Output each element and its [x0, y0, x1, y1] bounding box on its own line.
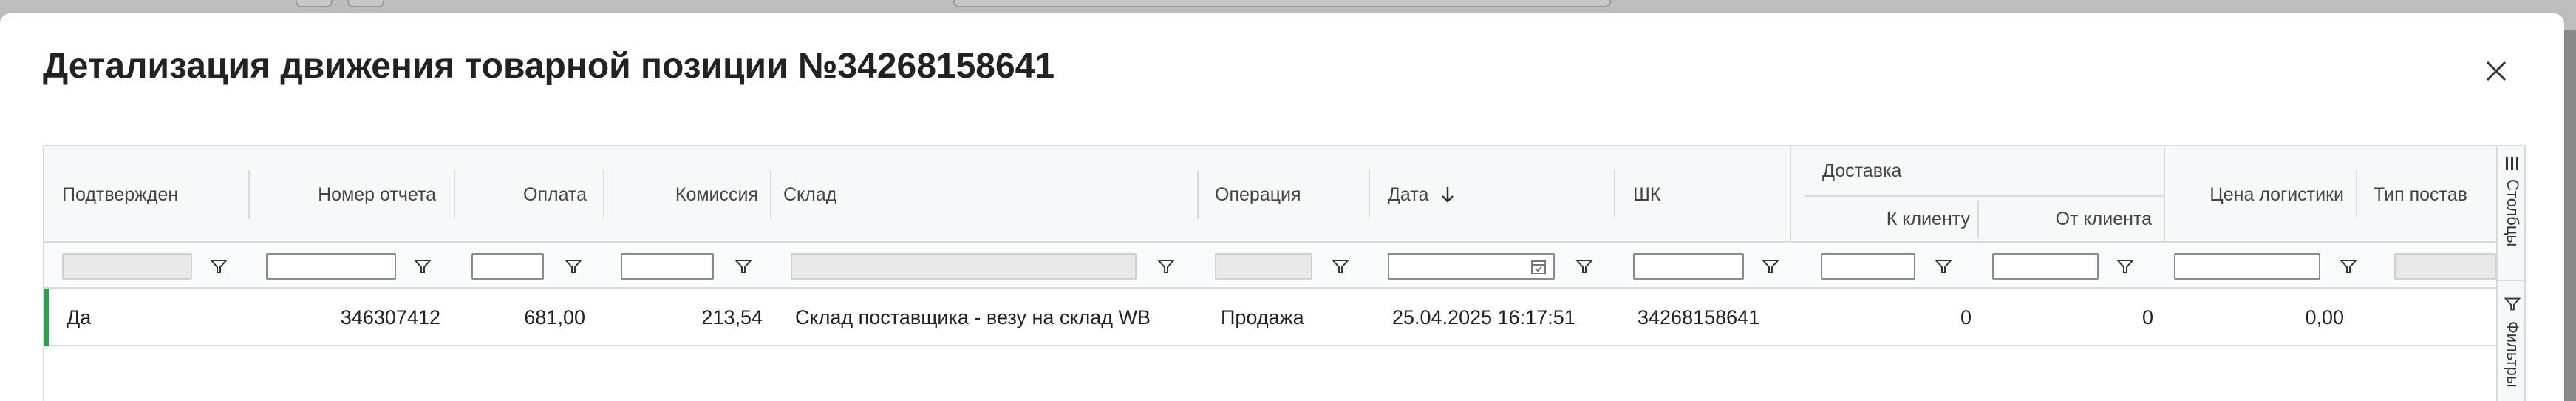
header-confirmed[interactable]: Подтвержден	[62, 146, 178, 243]
columns-tab-label: Столбцы	[2504, 179, 2522, 247]
header-to-client[interactable]: К клиенту	[1803, 195, 1970, 243]
column-resizer[interactable]	[1614, 170, 1615, 219]
header-date-label: Дата	[1388, 183, 1429, 205]
header-barcode[interactable]: ШК	[1633, 146, 1660, 243]
column-resizer[interactable]	[454, 170, 455, 219]
filter-supply-type	[2394, 253, 2496, 280]
filter-icon[interactable]	[1933, 256, 1954, 277]
arrow-down-icon	[1442, 187, 1454, 203]
filter-icon	[2504, 297, 2521, 311]
column-resizer[interactable]	[770, 170, 771, 219]
cell-commission: 213,54	[701, 306, 763, 328]
filters-tab[interactable]: Фильтры	[2498, 294, 2524, 401]
column-divider	[1790, 146, 1791, 243]
cell-confirmed: Да	[67, 306, 92, 328]
grid-side-panel: Столбцы Фильтры	[2496, 146, 2524, 401]
filter-icon[interactable]	[1156, 256, 1176, 277]
filter-payment-input[interactable]	[471, 253, 544, 280]
column-resizer[interactable]	[2356, 170, 2357, 219]
cell-operation: Продажа	[1221, 306, 1304, 328]
filters-tab-label: Фильтры	[2504, 321, 2522, 388]
cell-warehouse: Склад поставщика - везу на склад WB	[795, 306, 1151, 328]
row-status-marker	[44, 289, 49, 346]
filter-icon[interactable]	[2338, 256, 2359, 277]
filter-confirmed	[62, 253, 192, 280]
grid-header: Подтвержден Номер отчета Оплата Комиссия…	[44, 146, 2496, 243]
filter-report-number-input[interactable]	[266, 253, 396, 280]
filter-logistics-price-input[interactable]	[2174, 253, 2320, 280]
header-report-number[interactable]: Номер отчета	[251, 146, 436, 243]
filter-date-input[interactable]	[1388, 253, 1555, 280]
column-resizer[interactable]	[248, 170, 250, 219]
cell-payment: 681,00	[524, 306, 585, 328]
movement-details-modal: Детализация движения товарной позиции №3…	[0, 13, 2564, 401]
backdrop-element	[953, 0, 1611, 7]
cell-from-client: 0	[2141, 306, 2153, 328]
header-payment[interactable]: Оплата	[458, 146, 587, 243]
filter-icon[interactable]	[208, 256, 229, 277]
filter-icon[interactable]	[563, 256, 584, 277]
header-delivery-group: Доставка	[1822, 160, 1902, 181]
header-supply-type[interactable]: Тип постав	[2374, 146, 2467, 243]
columns-icon	[2506, 157, 2518, 170]
filter-icon[interactable]	[412, 256, 433, 277]
filter-row	[44, 243, 2496, 289]
cell-date: 25.04.2025 16:17:51	[1392, 306, 1575, 328]
close-button[interactable]	[2476, 50, 2517, 92]
table-row[interactable]: Да 346307412 681,00 213,54 Склад поставщ…	[44, 289, 2496, 346]
backdrop-element	[296, 0, 333, 7]
column-resizer[interactable]	[1369, 170, 1370, 219]
filter-warehouse	[791, 253, 1137, 280]
backdrop-element	[347, 0, 384, 7]
column-resizer[interactable]	[1197, 170, 1199, 219]
cell-logistics-price: 0,00	[2305, 306, 2344, 328]
header-date[interactable]: Дата	[1388, 146, 1455, 243]
header-warehouse[interactable]: Склад	[783, 146, 836, 243]
cell-to-client: 0	[1960, 306, 1972, 328]
calendar-icon[interactable]	[1530, 258, 1547, 276]
column-resizer[interactable]	[603, 170, 604, 219]
grid-body: Подтвержден Номер отчета Оплата Комиссия…	[44, 146, 2496, 401]
filter-to-client-input[interactable]	[1821, 253, 1915, 280]
close-icon	[2486, 61, 2507, 81]
filter-icon[interactable]	[1760, 256, 1781, 277]
header-logistics-price[interactable]: Цена логистики	[2168, 146, 2344, 243]
filter-barcode-input[interactable]	[1633, 253, 1744, 280]
filter-operation	[1215, 253, 1312, 280]
filter-commission-input[interactable]	[621, 253, 714, 280]
header-from-client[interactable]: От клиента	[1982, 195, 2152, 243]
filter-from-client-input[interactable]	[1992, 253, 2099, 280]
column-resizer[interactable]	[1977, 201, 1979, 238]
columns-tab[interactable]: Столбцы	[2498, 155, 2524, 281]
cell-barcode: 34268158641	[1638, 306, 1760, 328]
filter-icon[interactable]	[733, 256, 754, 277]
modal-title: Детализация движения товарной позиции №3…	[43, 47, 1055, 86]
filter-icon[interactable]	[1330, 256, 1351, 277]
header-operation[interactable]: Операция	[1215, 146, 1301, 243]
column-divider	[2164, 146, 2165, 243]
filter-icon[interactable]	[2115, 256, 2136, 277]
details-grid: Подтвержден Номер отчета Оплата Комиссия…	[43, 145, 2526, 401]
cell-report-number: 346307412	[340, 306, 440, 328]
header-commission[interactable]: Комиссия	[606, 146, 758, 243]
filter-icon[interactable]	[1574, 256, 1595, 277]
